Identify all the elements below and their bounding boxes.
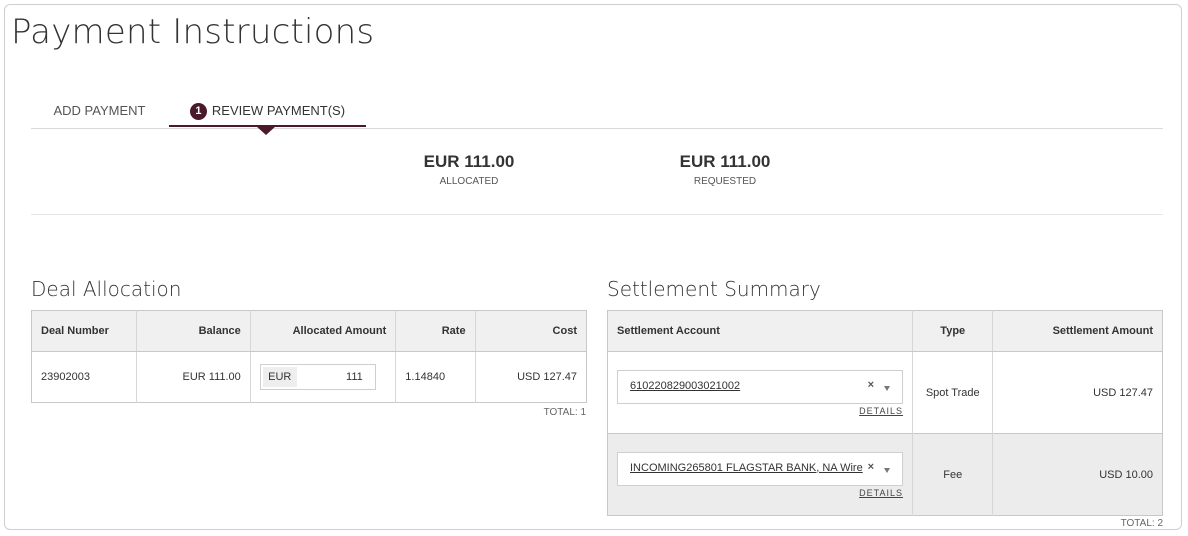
cost-cell: USD 127.47	[517, 371, 577, 383]
deal-allocation-total: TOTAL: 1	[543, 407, 586, 418]
col-cost[interactable]: Cost	[475, 310, 587, 352]
allocated-amount-value: 111	[346, 371, 363, 383]
table-row: 610220829003021002 × DETAILS Spot Trade …	[607, 351, 1163, 434]
settlement-summary-table: Settlement Account Type Settlement Amoun…	[607, 310, 1163, 516]
allocated-amount-cell: EUR 111	[250, 351, 397, 403]
clear-icon[interactable]: ×	[868, 379, 874, 391]
col-allocated-amount[interactable]: Allocated Amount	[250, 310, 397, 352]
tab-review-payments[interactable]: 1 REVIEW PAYMENT(S)	[169, 98, 366, 127]
settlement-summary-total: TOTAL: 2	[1120, 518, 1163, 529]
currency-addon: EUR	[262, 367, 297, 387]
page-title: Payment Instructions	[11, 12, 375, 52]
table-row: 23902003 EUR 111.00 EUR 111 1.14840 USD …	[31, 351, 587, 403]
allocated-amount-input[interactable]: EUR 111	[259, 364, 376, 390]
tab-add-payment[interactable]: ADD PAYMENT	[31, 98, 168, 127]
col-deal-number[interactable]: Deal Number	[31, 310, 138, 352]
tab-review-payments-label: REVIEW PAYMENT(S)	[211, 103, 346, 118]
requested-label: REQUESTED	[693, 176, 757, 187]
table-row: INCOMING265801 FLAGSTAR BANK, NA Wire × …	[607, 433, 1163, 516]
clear-icon[interactable]: ×	[868, 461, 874, 473]
settlement-account-cell: 610220829003021002 × DETAILS	[607, 351, 913, 434]
review-count-badge: 1	[189, 103, 207, 120]
deal-allocation-title: Deal Allocation	[31, 277, 182, 301]
requested-amount: EUR 111.00	[679, 152, 771, 171]
col-settlement-amount[interactable]: Settlement Amount	[992, 310, 1163, 352]
rate-cell: 1.14840	[395, 351, 476, 403]
col-rate[interactable]: Rate	[395, 310, 476, 352]
tab-bar: ADD PAYMENT 1 REVIEW PAYMENT(S)	[31, 98, 1163, 135]
settlement-account-select[interactable]: INCOMING265801 FLAGSTAR BANK, NA Wire ×	[617, 451, 903, 486]
col-type[interactable]: Type	[912, 310, 994, 352]
col-settlement-account[interactable]: Settlement Account	[607, 310, 913, 352]
settlement-amount-cell: USD 127.47	[1093, 386, 1153, 399]
allocated-summary: EUR 111.00 ALLOCATED	[389, 152, 549, 187]
active-tab-caret-icon	[256, 126, 276, 135]
settlement-account-value[interactable]: INCOMING265801 FLAGSTAR BANK, NA Wire	[630, 462, 863, 474]
deal-allocation-table: Deal Number Balance Allocated Amount Rat…	[31, 310, 587, 403]
type-cell: Fee	[912, 433, 994, 516]
requested-summary: EUR 111.00 REQUESTED	[645, 152, 805, 187]
summary-divider	[31, 214, 1163, 215]
settlement-summary-title: Settlement Summary	[607, 277, 821, 301]
col-balance[interactable]: Balance	[136, 310, 251, 352]
settlement-account-value[interactable]: 610220829003021002	[630, 380, 740, 392]
settlement-account-select[interactable]: 610220829003021002 ×	[617, 369, 903, 404]
settlement-account-cell: INCOMING265801 FLAGSTAR BANK, NA Wire × …	[607, 433, 913, 516]
balance-cell: EUR 111.00	[136, 351, 251, 403]
details-link[interactable]: DETAILS	[617, 488, 903, 498]
allocated-label: ALLOCATED	[439, 176, 499, 187]
tab-add-payment-label: ADD PAYMENT	[53, 103, 146, 118]
type-cell: Spot Trade	[912, 351, 994, 434]
chevron-down-icon[interactable]	[884, 467, 890, 473]
allocated-amount: EUR 111.00	[423, 152, 515, 171]
deal-number-cell: 23902003	[31, 351, 138, 403]
chevron-down-icon[interactable]	[884, 385, 890, 391]
settlement-amount-cell: USD 10.00	[992, 433, 1163, 516]
details-link[interactable]: DETAILS	[617, 406, 903, 416]
